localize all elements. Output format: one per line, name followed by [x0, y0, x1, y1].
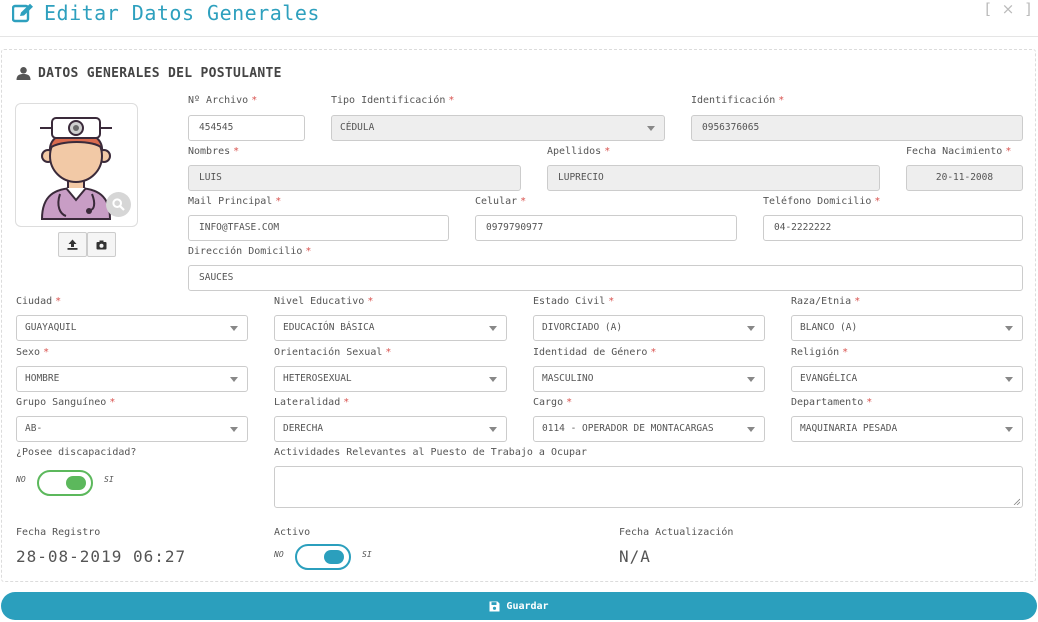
camera-button[interactable] — [87, 232, 116, 257]
fecha-actualizacion-value: N/A — [619, 547, 651, 566]
toggle-knob — [324, 550, 344, 564]
nivel-educativo-select[interactable]: EDUCACIÓN BÁSICA — [274, 315, 507, 341]
discapacidad-si-label: SI — [104, 475, 114, 484]
fecha-registro-value: 28-08-2019 06:27 — [16, 547, 187, 566]
apellidos-label: Apellidos * — [547, 146, 611, 157]
identificacion-label: Identificación * — [691, 95, 785, 106]
upload-icon — [67, 239, 78, 250]
raza-select[interactable]: BLANCO (A) — [791, 315, 1023, 341]
save-button[interactable]: Guardar — [1, 592, 1037, 620]
activo-no-label: NO — [274, 550, 284, 559]
close-button[interactable]: [ × ] — [985, 0, 1034, 18]
fecha-actualizacion-label: Fecha Actualización — [619, 527, 734, 538]
orientacion-select[interactable]: HETEROSEXUAL — [274, 366, 507, 392]
tipo-identificacion-label: Tipo Identificación * — [331, 95, 455, 106]
profile-photo — [15, 103, 138, 227]
sexo-select[interactable]: HOMBRE — [16, 366, 248, 392]
fecha-nacimiento-input[interactable]: 20-11-2008 — [906, 165, 1023, 191]
tipo-identificacion-select[interactable]: CÉDULA — [331, 115, 665, 141]
estado-civil-select[interactable]: DIVORCIADO (A) — [533, 315, 765, 341]
celular-label: Celular * — [475, 196, 527, 207]
grupo-sanguineo-label: Grupo Sanguíneo * — [16, 397, 116, 408]
identidad-genero-label: Identidad de Género * — [533, 347, 657, 358]
section-title: DATOS GENERALES DEL POSTULANTE — [16, 66, 282, 81]
upload-photo-button[interactable] — [58, 232, 87, 257]
chevron-down-icon — [489, 427, 497, 432]
apellidos-input[interactable]: LUPRECIO — [547, 165, 880, 191]
archivo-label: Nº Archivo * — [188, 95, 258, 106]
religion-label: Religión * — [791, 347, 849, 358]
estado-civil-label: Estado Civil * — [533, 296, 615, 307]
telefono-input[interactable]: 04-2222222 — [763, 215, 1023, 241]
discapacidad-label: ¿Posee discapacidad? — [16, 447, 137, 458]
lateralidad-select[interactable]: DERECHA — [274, 416, 507, 442]
discapacidad-toggle[interactable] — [37, 470, 93, 496]
fecha-registro-label: Fecha Registro — [16, 527, 101, 538]
religion-select[interactable]: EVANGÉLICA — [791, 366, 1023, 392]
ciudad-select[interactable]: GUAYAQUIL — [16, 315, 248, 341]
mail-input[interactable]: INFO@TFASE.COM — [188, 215, 449, 241]
user-icon — [16, 67, 31, 80]
toggle-knob — [66, 476, 86, 490]
chevron-down-icon — [1005, 377, 1013, 382]
discapacidad-no-label: NO — [16, 475, 26, 484]
mail-label: Mail Principal * — [188, 196, 282, 207]
departamento-label: Departamento * — [791, 397, 873, 408]
modal-title: Editar Datos Generales — [12, 1, 320, 25]
modal-header: Editar Datos Generales [ × ] — [0, 0, 1038, 37]
modal-title-text: Editar Datos Generales — [44, 1, 320, 25]
save-button-label: Guardar — [506, 600, 549, 612]
chevron-down-icon — [230, 427, 238, 432]
camera-icon — [96, 240, 107, 249]
actividades-textarea[interactable] — [274, 466, 1023, 508]
chevron-down-icon — [747, 377, 755, 382]
chevron-down-icon — [230, 326, 238, 331]
nombres-input[interactable]: LUIS — [188, 165, 521, 191]
chevron-down-icon — [647, 126, 655, 131]
grupo-sanguineo-select[interactable]: AB- — [16, 416, 248, 442]
edit-icon — [12, 3, 33, 23]
direccion-input[interactable]: SAUCES — [188, 265, 1023, 291]
activo-si-label: SI — [362, 550, 372, 559]
actividades-label: Actividades Relevantes al Puesto de Trab… — [274, 447, 588, 458]
resize-handle-icon[interactable] — [1013, 498, 1020, 505]
floppy-icon — [489, 601, 500, 611]
chevron-down-icon — [489, 326, 497, 331]
identificacion-input[interactable]: 0956376065 — [691, 115, 1023, 141]
chevron-down-icon — [1005, 326, 1013, 331]
identidad-genero-select[interactable]: MASCULINO — [533, 366, 765, 392]
nombres-label: Nombres * — [188, 146, 240, 157]
orientacion-label: Orientación Sexual * — [274, 347, 392, 358]
cargo-label: Cargo * — [533, 397, 573, 408]
zoom-button[interactable] — [106, 192, 131, 217]
nivel-educativo-label: Nivel Educativo * — [274, 296, 374, 307]
chevron-down-icon — [1005, 427, 1013, 432]
fecha-nacimiento-label: Fecha Nacimiento * — [906, 146, 1012, 157]
sexo-label: Sexo * — [16, 347, 50, 358]
telefono-label: Teléfono Domicilio * — [763, 196, 881, 207]
chevron-down-icon — [747, 326, 755, 331]
departamento-select[interactable]: MAQUINARIA PESADA — [791, 416, 1023, 442]
chevron-down-icon — [489, 377, 497, 382]
celular-input[interactable]: 0979790977 — [475, 215, 737, 241]
raza-label: Raza/Etnia * — [791, 296, 861, 307]
archivo-input[interactable]: 454545 — [188, 115, 305, 141]
cargo-select[interactable]: 0114 - OPERADOR DE MONTACARGAS — [533, 416, 765, 442]
lateralidad-label: Lateralidad * — [274, 397, 350, 408]
chevron-down-icon — [230, 377, 238, 382]
search-icon — [112, 198, 125, 211]
activo-toggle[interactable] — [295, 544, 351, 570]
ciudad-label: Ciudad * — [16, 296, 62, 307]
activo-label: Activo — [274, 527, 311, 538]
direccion-label: Dirección Domicilio * — [188, 246, 312, 257]
chevron-down-icon — [747, 427, 755, 432]
